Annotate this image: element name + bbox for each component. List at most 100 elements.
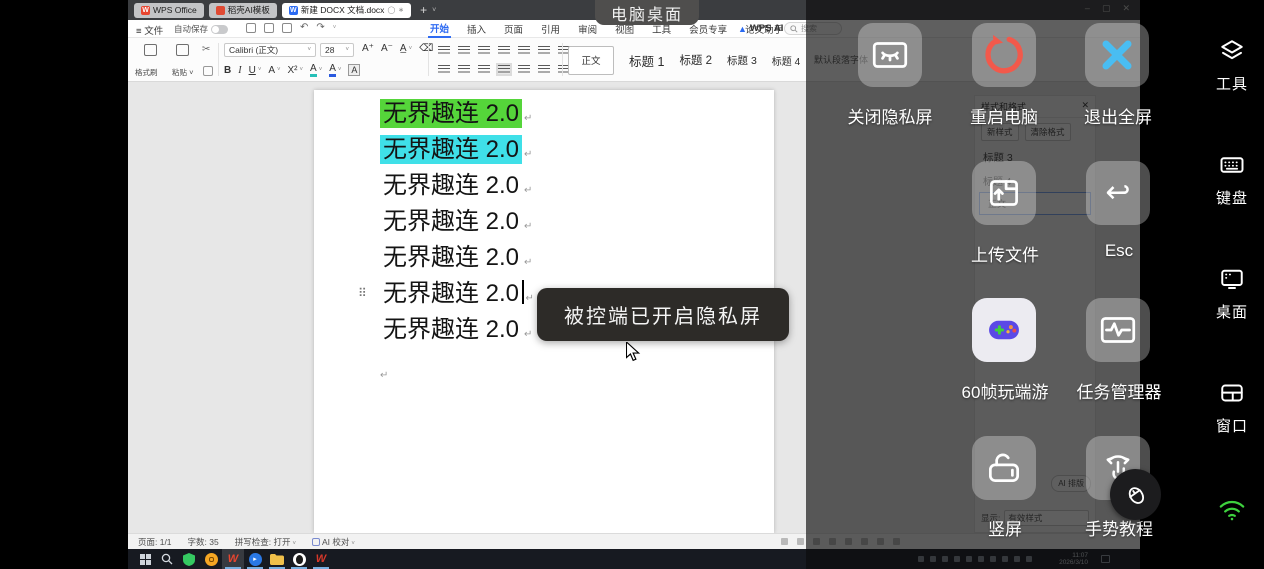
print-preview-icon[interactable] xyxy=(282,23,292,33)
paragraph-mark-icon[interactable] xyxy=(538,65,550,74)
align-center-icon[interactable] xyxy=(458,65,470,74)
start-button[interactable] xyxy=(134,549,156,569)
text-direction-icon[interactable] xyxy=(518,46,530,55)
docx-file-icon: W xyxy=(289,6,298,15)
distribute-icon[interactable] xyxy=(518,65,530,74)
doc-line[interactable]: 无界趣连 2.0↵ xyxy=(380,315,532,345)
decrease-font-icon[interactable]: A⁻ xyxy=(381,43,393,54)
restart-computer-button[interactable] xyxy=(972,23,1036,87)
style-heading3[interactable]: 标题 3 xyxy=(727,53,757,68)
ai-proofread-button[interactable]: AI 校对˅ xyxy=(312,536,355,548)
text-caret xyxy=(522,280,524,304)
doc-line[interactable]: 无界趣连 2.0↵ xyxy=(380,207,532,237)
word-count[interactable]: 字数: 35 xyxy=(188,536,219,548)
save-icon[interactable] xyxy=(246,23,256,33)
clear-format-icon[interactable]: ⌫ xyxy=(419,43,433,54)
autosave-control[interactable]: 自动保存 xyxy=(174,23,228,35)
paragraph-drag-handle-icon[interactable]: ⠿ xyxy=(358,286,367,300)
new-tab-button[interactable]: + xyxy=(420,3,427,17)
superscript-icon[interactable]: X² xyxy=(288,65,298,76)
exit-fullscreen-button[interactable] xyxy=(1085,23,1149,87)
close-privacy-screen-button[interactable] xyxy=(858,23,922,87)
style-heading4[interactable]: 标题 4 xyxy=(772,53,800,68)
print-icon[interactable] xyxy=(264,23,274,33)
align-left-icon[interactable] xyxy=(438,65,450,74)
sidebar-item-keyboard[interactable]: 键盘 xyxy=(1200,150,1264,208)
style-normal[interactable]: 正文 xyxy=(568,46,614,75)
security-shield-app-icon[interactable] xyxy=(178,549,200,569)
doc-line[interactable]: 无界趣连 2.0↵ xyxy=(380,135,532,165)
esc-button[interactable]: ↩ xyxy=(1086,161,1150,225)
copy-icon[interactable] xyxy=(203,66,213,76)
underline-button[interactable]: U xyxy=(249,65,256,76)
tab-current-document[interactable]: W 新建 DOCX 文档.docx ◯ ∗ xyxy=(282,3,411,18)
sync-icon[interactable]: ◯ xyxy=(387,6,395,14)
portrait-mode-button[interactable] xyxy=(972,436,1036,500)
line-spacing-icon[interactable] xyxy=(538,46,550,55)
font-size-select[interactable]: 28˅ xyxy=(320,43,354,57)
bold-button[interactable]: B xyxy=(224,65,231,76)
text-effects-icon[interactable]: A̲ xyxy=(400,43,407,54)
increase-font-icon[interactable]: A⁺ xyxy=(362,43,374,54)
decrease-indent-icon[interactable] xyxy=(478,46,490,55)
remote-session-pill[interactable]: 电脑桌面 xyxy=(595,0,699,25)
wps-writer-app-icon[interactable]: W xyxy=(310,549,332,569)
autosave-toggle[interactable] xyxy=(211,25,228,34)
italic-button[interactable]: I xyxy=(238,65,241,76)
upload-file-button[interactable] xyxy=(972,161,1036,225)
media-player-app-icon[interactable]: ▸ xyxy=(244,549,266,569)
doc-line[interactable]: 无界趣连 2.0↵ xyxy=(380,279,534,309)
numbered-list-icon[interactable] xyxy=(458,46,470,55)
quick-access-caret-icon[interactable]: ˅ xyxy=(333,25,337,31)
increase-indent-icon[interactable] xyxy=(498,46,510,55)
paste-button[interactable]: 粘贴 ˅ xyxy=(172,67,193,78)
doc-line[interactable]: 无界趣连 2.0↵ xyxy=(380,171,532,201)
spellcheck-status[interactable]: 拼写检查: 打开˅ xyxy=(235,536,296,548)
restart-computer-label: 重启电脑 xyxy=(970,103,1038,128)
cut-icon[interactable]: ✂ xyxy=(202,44,210,55)
justify-icon[interactable] xyxy=(498,65,510,74)
ribbon-tab-home[interactable]: 开始 xyxy=(428,20,451,38)
character-shading-icon[interactable]: A xyxy=(348,64,360,76)
ribbon-tab-review[interactable]: 审阅 xyxy=(576,21,599,37)
mouse-mode-button[interactable] xyxy=(1110,469,1161,520)
ribbon-tab-insert[interactable]: 插入 xyxy=(465,21,488,37)
file-menu[interactable]: ≡ 文件 xyxy=(136,23,163,37)
task-manager-button[interactable] xyxy=(1086,298,1150,362)
wps-ai-button[interactable]: ▲ WPS AI xyxy=(738,23,783,34)
tab-list-caret-icon[interactable]: ˅ xyxy=(432,7,436,14)
wps-taskbar-icon[interactable]: W xyxy=(222,549,244,569)
style-heading2[interactable]: 标题 2 xyxy=(679,52,712,68)
tab-wps-office[interactable]: W WPS Office xyxy=(134,3,204,18)
undo-icon[interactable]: ↶ xyxy=(300,22,308,34)
font-name-select[interactable]: Calibri (正文)˅ xyxy=(224,43,316,57)
format-painter-icon[interactable] xyxy=(144,44,157,56)
orange-app-icon[interactable] xyxy=(200,549,222,569)
doc-line[interactable]: 无界趣连 2.0↵ xyxy=(380,243,532,273)
sidebar-item-desktop[interactable]: 桌面 xyxy=(1200,264,1264,322)
game-mode-button[interactable] xyxy=(972,298,1036,362)
highlight-color-button[interactable]: A xyxy=(310,63,317,77)
sidebar-item-windows[interactable]: 窗口 xyxy=(1200,378,1264,436)
doc-empty-line[interactable]: ↵ xyxy=(380,356,388,386)
strikethrough-icon[interactable]: A xyxy=(268,65,275,76)
font-color-button[interactable]: A xyxy=(329,63,336,77)
ribbon-tab-page[interactable]: 页面 xyxy=(502,21,525,37)
tab-docer-template[interactable]: 稻壳AI模板 xyxy=(209,3,277,18)
redo-icon[interactable]: ↷ xyxy=(316,22,324,34)
modified-dot-icon: ∗ xyxy=(398,6,404,14)
style-heading1[interactable]: 标题 1 xyxy=(629,51,664,70)
format-painter-button[interactable]: 格式刷 xyxy=(135,67,158,78)
paste-icon[interactable] xyxy=(176,44,189,56)
bullet-list-icon[interactable] xyxy=(438,46,450,55)
sidebar-item-tools[interactable]: 工具 xyxy=(1200,36,1264,94)
file-explorer-icon[interactable] xyxy=(266,549,288,569)
taskbar-search-icon[interactable] xyxy=(156,549,178,569)
ribbon-tab-reference[interactable]: 引用 xyxy=(539,21,562,37)
tab-label: 新建 DOCX 文档.docx xyxy=(301,4,385,16)
doc-line[interactable]: 无界趣连 2.0↵ xyxy=(380,99,532,129)
paragraph-mark: ↵ xyxy=(524,185,532,196)
penguin-app-icon[interactable] xyxy=(288,549,310,569)
upload-file-icon xyxy=(983,172,1025,214)
align-right-icon[interactable] xyxy=(478,65,490,74)
